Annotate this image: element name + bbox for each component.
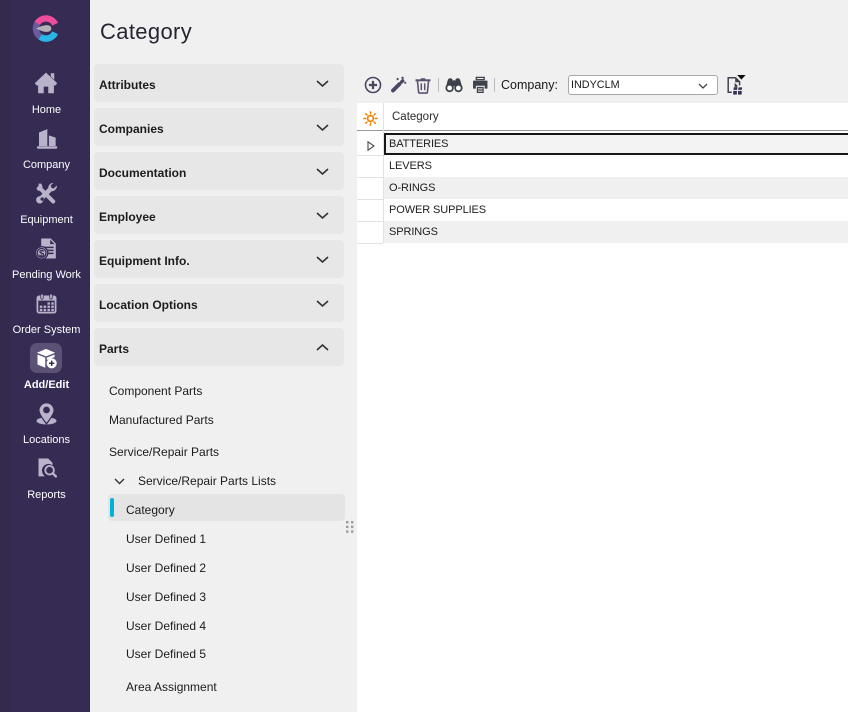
svg-text:$: $ [38,248,44,259]
